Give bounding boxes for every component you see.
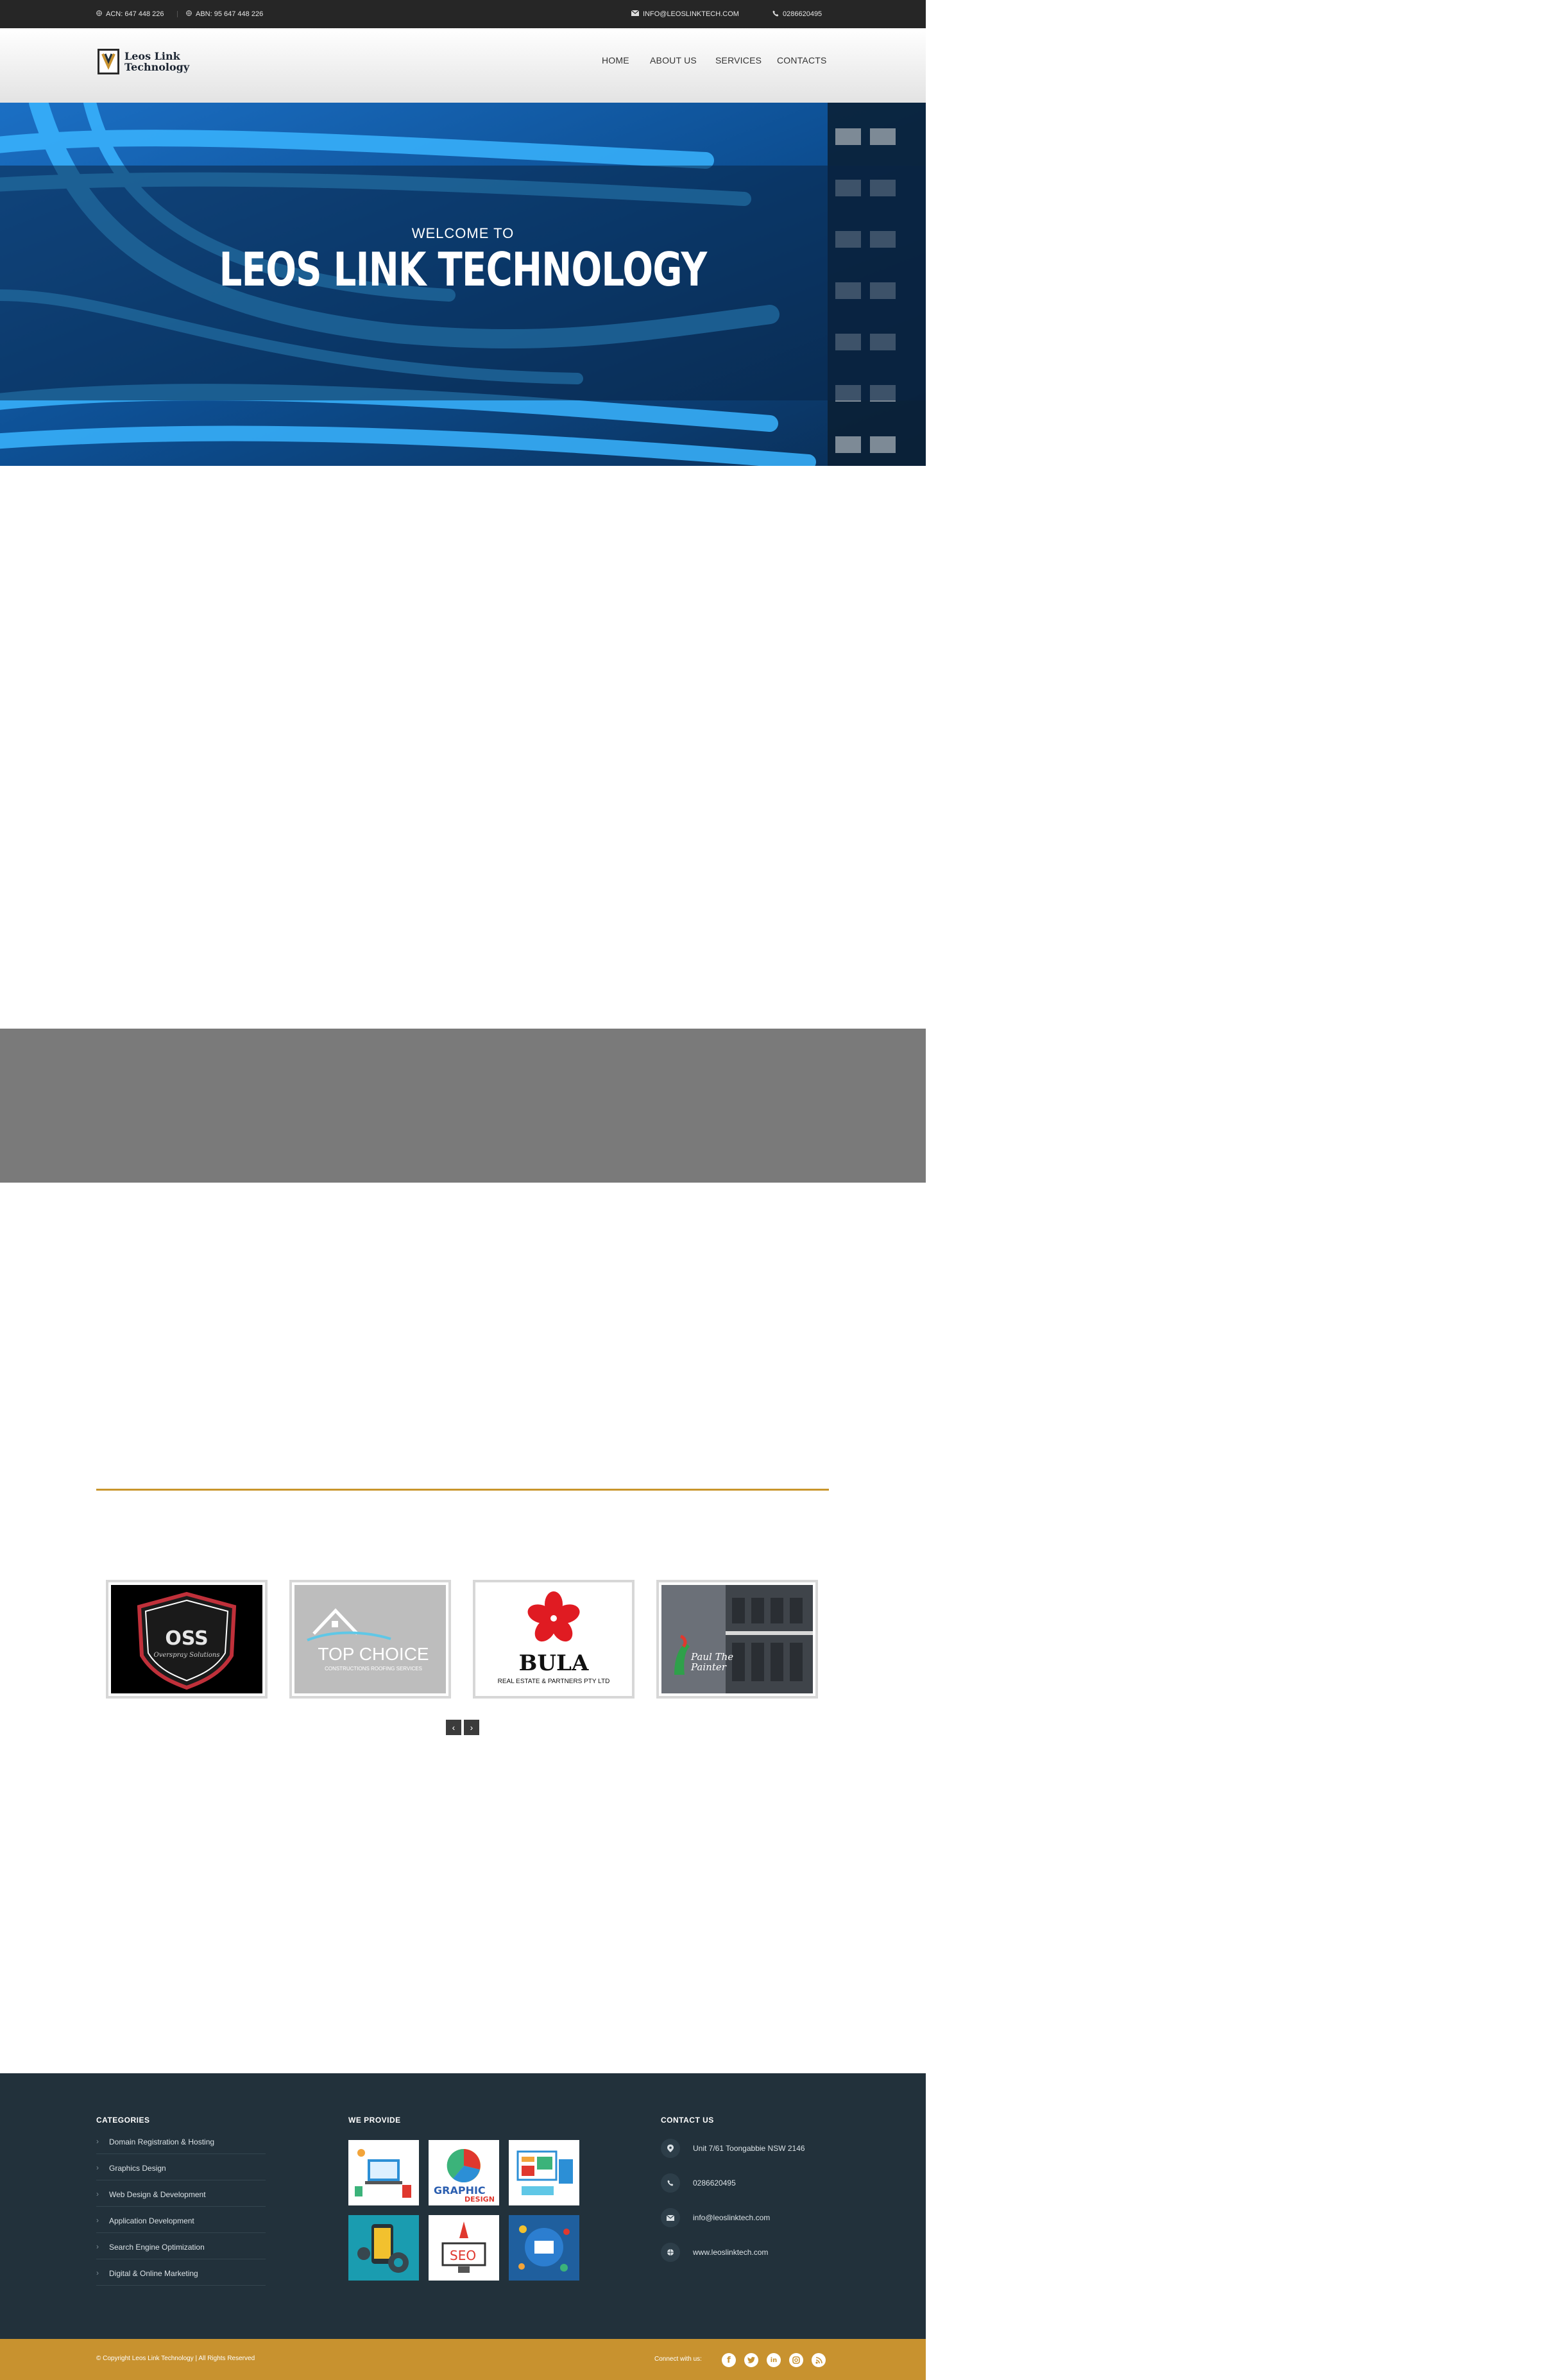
section-divider [96, 1489, 829, 1491]
phone-icon [772, 10, 779, 19]
contact-email[interactable]: info@leoslinktech.com [661, 2208, 770, 2227]
phone-text: 0286620495 [783, 10, 822, 18]
hibiscus-flower-icon [527, 1591, 580, 1642]
paul-name: Paul The Painter [691, 1651, 734, 1673]
globe-icon [661, 2243, 680, 2262]
top-choice-name: TOP CHOICE [318, 1644, 429, 1664]
nav-services[interactable]: SERVICES [715, 55, 762, 65]
top-choice-tagline: CONSTRUCTIONS ROOFING SERVICES [325, 1666, 422, 1672]
categories-heading: CATEGORIES [96, 2116, 150, 2125]
nav-about-us[interactable]: ABOUT US [650, 55, 697, 65]
facebook-icon[interactable]: f [722, 2353, 736, 2367]
seo-thumbnail[interactable]: SEO [429, 2215, 499, 2281]
acn-info: ACN: 647 448 226 [96, 0, 164, 28]
svg-text:DESIGN: DESIGN [464, 2195, 495, 2204]
logo-mark-icon [98, 49, 119, 74]
phone-icon [661, 2173, 680, 2193]
contact-us-heading: CONTACT US [661, 2116, 714, 2125]
building-facade-image [661, 1585, 813, 1693]
email-text: INFO@LEOSLINKTECH.COM [643, 10, 739, 18]
client-logo-top-choice[interactable]: TOP CHOICE CONSTRUCTIONS ROOFING SERVICE… [289, 1580, 451, 1699]
rss-icon[interactable] [812, 2353, 826, 2367]
site-logo[interactable]: Leos Link Technology [98, 47, 194, 76]
web-design-thumbnail[interactable] [509, 2140, 579, 2205]
carousel-prev-button[interactable]: ‹ [446, 1720, 461, 1735]
graphic-design-thumbnail[interactable]: GRAPHIC DESIGN [429, 2140, 499, 2205]
globe-icon [96, 10, 102, 18]
hero-subtitle: WELCOME TO [411, 225, 515, 241]
oss-name: OSS [165, 1627, 209, 1650]
abn-info: ABN: 95 647 448 226 [186, 0, 263, 28]
map-marker-icon [661, 2139, 680, 2158]
grey-section [0, 1029, 926, 1183]
nav-contacts[interactable]: CONTACTS [777, 55, 827, 65]
email-link[interactable]: INFO@LEOSLINKTECH.COM [631, 0, 739, 28]
client-logo-oss[interactable]: OSS Overspray Solutions [106, 1580, 268, 1699]
domain-hosting-thumbnail[interactable] [348, 2140, 419, 2205]
envelope-icon [631, 10, 640, 18]
logo-line1: Leos Link [124, 50, 180, 62]
app-development-thumbnail[interactable] [348, 2215, 419, 2281]
contact-phone[interactable]: 0286620495 [661, 2173, 736, 2193]
contact-website[interactable]: www.leoslinktech.com [661, 2243, 768, 2262]
abn-text: ABN: 95 647 448 226 [196, 10, 264, 18]
bula-tagline: REAL ESTATE & PARTNERS PTY LTD [497, 1678, 610, 1685]
house-roof-icon [307, 1608, 391, 1641]
oss-tagline: Overspray Solutions [153, 1652, 220, 1659]
contact-address: Unit 7/61 Toongabbie NSW 2146 [661, 2139, 805, 2158]
logo-line2: Technology [124, 61, 190, 73]
hero-banner: WELCOME TO LEOS LINK TECHNOLOGY [0, 103, 926, 466]
client-logo-paul-the-painter[interactable]: Paul The Painter [656, 1580, 818, 1699]
nav-home[interactable]: HOME [602, 55, 629, 65]
we-provide-heading: WE PROVIDE [348, 2116, 401, 2125]
globe-icon [186, 10, 192, 18]
client-logo-bula[interactable]: BULA REAL ESTATE & PARTNERS PTY LTD [473, 1580, 635, 1699]
linkedin-icon[interactable]: in [767, 2353, 781, 2367]
bula-name: BULA [518, 1650, 589, 1676]
acn-text: ACN: 647 448 226 [106, 10, 164, 18]
connect-label: Connect with us: [654, 2356, 702, 2363]
phone-link[interactable]: 0286620495 [772, 0, 822, 28]
hero-title: LEOS LINK TECHNOLOGY [219, 243, 708, 296]
copyright-text: © Copyright Leos Link Technology | All R… [96, 2355, 255, 2362]
envelope-icon [661, 2208, 680, 2227]
twitter-icon[interactable] [744, 2353, 758, 2367]
carousel-next-button[interactable]: › [464, 1720, 479, 1735]
digital-marketing-thumbnail[interactable] [509, 2215, 579, 2281]
svg-text:SEO: SEO [450, 2248, 476, 2263]
instagram-icon[interactable] [789, 2353, 803, 2367]
top-info-bar: ACN: 647 448 226 ABN: 95 647 448 226 INF… [0, 0, 926, 28]
